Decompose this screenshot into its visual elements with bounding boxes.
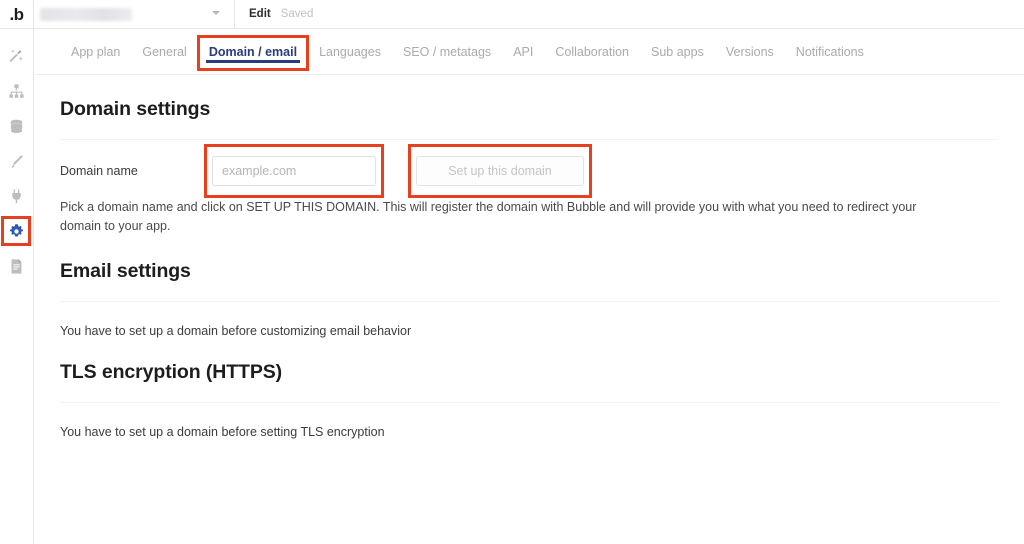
app-name-label xyxy=(40,7,132,21)
tls-settings-heading: TLS encryption (HTTPS) xyxy=(60,360,283,383)
tab-app-plan[interactable]: App plan xyxy=(60,29,131,59)
domain-name-row: Domain name Set up this domain xyxy=(60,140,999,202)
edit-mode-label[interactable]: Edit xyxy=(235,8,281,20)
tab-domain-email[interactable]: Domain / email xyxy=(196,29,310,71)
email-settings-section: Email settings You have to set up a doma… xyxy=(35,237,1024,338)
tab-label: Collaboration xyxy=(555,45,630,59)
tab-sub-apps[interactable]: Sub apps xyxy=(640,29,715,59)
tab-api[interactable]: API xyxy=(502,29,544,59)
sidebar-item-design[interactable] xyxy=(0,39,34,74)
tab-label: General xyxy=(142,45,187,59)
email-settings-heading: Email settings xyxy=(60,259,191,282)
tab-label: API xyxy=(513,45,534,59)
settings-highlight-box xyxy=(0,216,31,246)
domain-helper-text: Pick a domain name and click on SET UP T… xyxy=(60,200,917,234)
tab-seo-metatags[interactable]: SEO / metatags xyxy=(392,29,502,59)
domain-name-input[interactable] xyxy=(212,156,376,186)
domain-settings-heading: Domain settings xyxy=(60,98,211,120)
tls-settings-section: TLS encryption (HTTPS) You have to set u… xyxy=(35,338,1024,439)
brush-icon xyxy=(11,155,23,168)
bubble-editor-window: .b Edit Saved App plan General Domain / … xyxy=(0,0,1024,544)
sidebar-item-settings[interactable] xyxy=(0,214,34,249)
email-settings-body: You have to set up a domain before custo… xyxy=(60,323,412,338)
setup-domain-button-wrapper: Set up this domain xyxy=(408,144,592,198)
database-icon xyxy=(10,119,23,134)
settings-tab-bar: App plan General Domain / email Language… xyxy=(35,29,1024,75)
sidebar-item-styles[interactable] xyxy=(0,144,34,179)
domain-name-label: Domain name xyxy=(60,164,138,178)
active-tab-underline xyxy=(205,59,301,63)
domain-name-input-wrapper xyxy=(204,144,384,198)
sidebar-item-logs[interactable] xyxy=(0,249,34,284)
hierarchy-icon xyxy=(9,84,24,98)
top-bar: .b Edit Saved xyxy=(0,0,1024,29)
tab-general[interactable]: General xyxy=(131,29,197,59)
tab-collaboration[interactable]: Collaboration xyxy=(544,29,640,59)
save-status-label: Saved xyxy=(280,8,314,20)
tab-label: SEO / metatags xyxy=(402,45,492,59)
tab-languages[interactable]: Languages xyxy=(308,29,392,59)
tab-label: Sub apps xyxy=(651,45,704,59)
tab-label: App plan xyxy=(71,45,121,59)
plug-icon xyxy=(12,189,21,204)
tab-label: Notifications xyxy=(795,45,864,59)
domain-settings-section: Domain settings Domain name Set up this … xyxy=(35,75,1024,237)
tab-label: Domain / email xyxy=(208,45,298,59)
b-logo-icon: .b xyxy=(9,4,24,24)
sidebar-item-plugins[interactable] xyxy=(0,179,34,214)
settings-content-panel: App plan General Domain / email Language… xyxy=(35,29,1024,544)
tab-label: Versions xyxy=(725,45,774,59)
tls-settings-body: You have to set up a domain before setti… xyxy=(60,424,385,439)
bubble-logo[interactable]: .b xyxy=(0,0,34,29)
chevron-down-icon xyxy=(212,10,220,15)
sidebar-item-workflow[interactable] xyxy=(0,74,34,109)
left-sidebar xyxy=(0,29,34,544)
tab-label: Languages xyxy=(319,45,381,59)
document-icon xyxy=(11,259,22,274)
sidebar-item-data[interactable] xyxy=(0,109,34,144)
tab-versions[interactable]: Versions xyxy=(715,29,785,59)
tab-notifications[interactable]: Notifications xyxy=(785,29,875,59)
setup-domain-button[interactable]: Set up this domain xyxy=(416,156,584,186)
app-name-dropdown[interactable] xyxy=(34,0,234,29)
wand-icon xyxy=(9,49,23,63)
